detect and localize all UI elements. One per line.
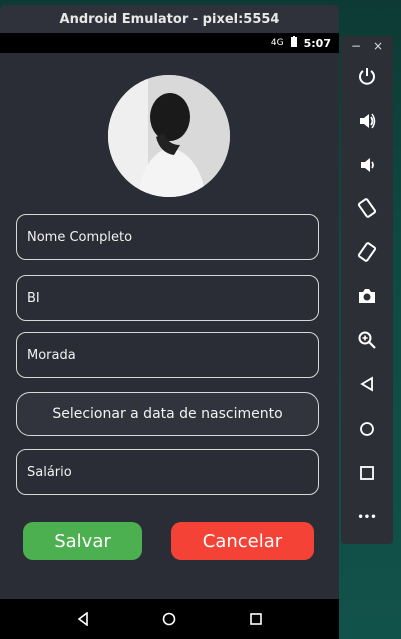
rotate-left-icon[interactable] xyxy=(341,196,393,220)
address-field[interactable]: Morada xyxy=(16,332,319,378)
power-icon[interactable] xyxy=(341,64,393,88)
android-nav-bar xyxy=(0,599,339,639)
zoom-icon[interactable] xyxy=(341,328,393,352)
rotate-right-icon[interactable] xyxy=(341,240,393,264)
close-button[interactable]: × xyxy=(373,39,383,53)
birthdate-button[interactable]: Selecionar a data de nascimento xyxy=(16,392,319,436)
recents-icon[interactable] xyxy=(248,611,264,627)
status-bar: 4G 5:07 xyxy=(0,33,339,53)
bi-field[interactable]: BI xyxy=(16,275,319,321)
more-icon[interactable]: ••• xyxy=(341,505,393,529)
emulator-toolbar: − × ••• xyxy=(341,36,393,544)
volume-down-icon[interactable] xyxy=(341,153,393,177)
overview-icon[interactable] xyxy=(341,461,393,485)
salary-field[interactable]: Salário xyxy=(16,449,319,495)
minimize-button[interactable]: − xyxy=(351,39,361,53)
toolbar-window-controls: − × xyxy=(341,36,393,53)
camera-icon[interactable] xyxy=(341,284,393,308)
cancel-button[interactable]: Cancelar xyxy=(171,522,314,560)
app-screen: Nome Completo BI Morada Selecionar a dat… xyxy=(0,53,339,599)
save-button[interactable]: Salvar xyxy=(23,522,142,560)
profile-avatar[interactable] xyxy=(108,75,230,197)
status-time: 5:07 xyxy=(303,36,331,50)
volume-up-icon[interactable] xyxy=(341,109,393,133)
window-title: Android Emulator - pixel:5554 xyxy=(0,5,339,33)
signal-icon: 4G xyxy=(270,38,284,48)
full-name-field[interactable]: Nome Completo xyxy=(16,214,319,260)
emulator-window: Android Emulator - pixel:5554 4G 5:07 No… xyxy=(0,5,339,639)
back-icon[interactable] xyxy=(75,611,91,627)
back-icon[interactable] xyxy=(341,372,393,396)
battery-icon xyxy=(290,35,298,51)
home-icon[interactable] xyxy=(341,417,393,441)
home-icon[interactable] xyxy=(161,611,177,627)
